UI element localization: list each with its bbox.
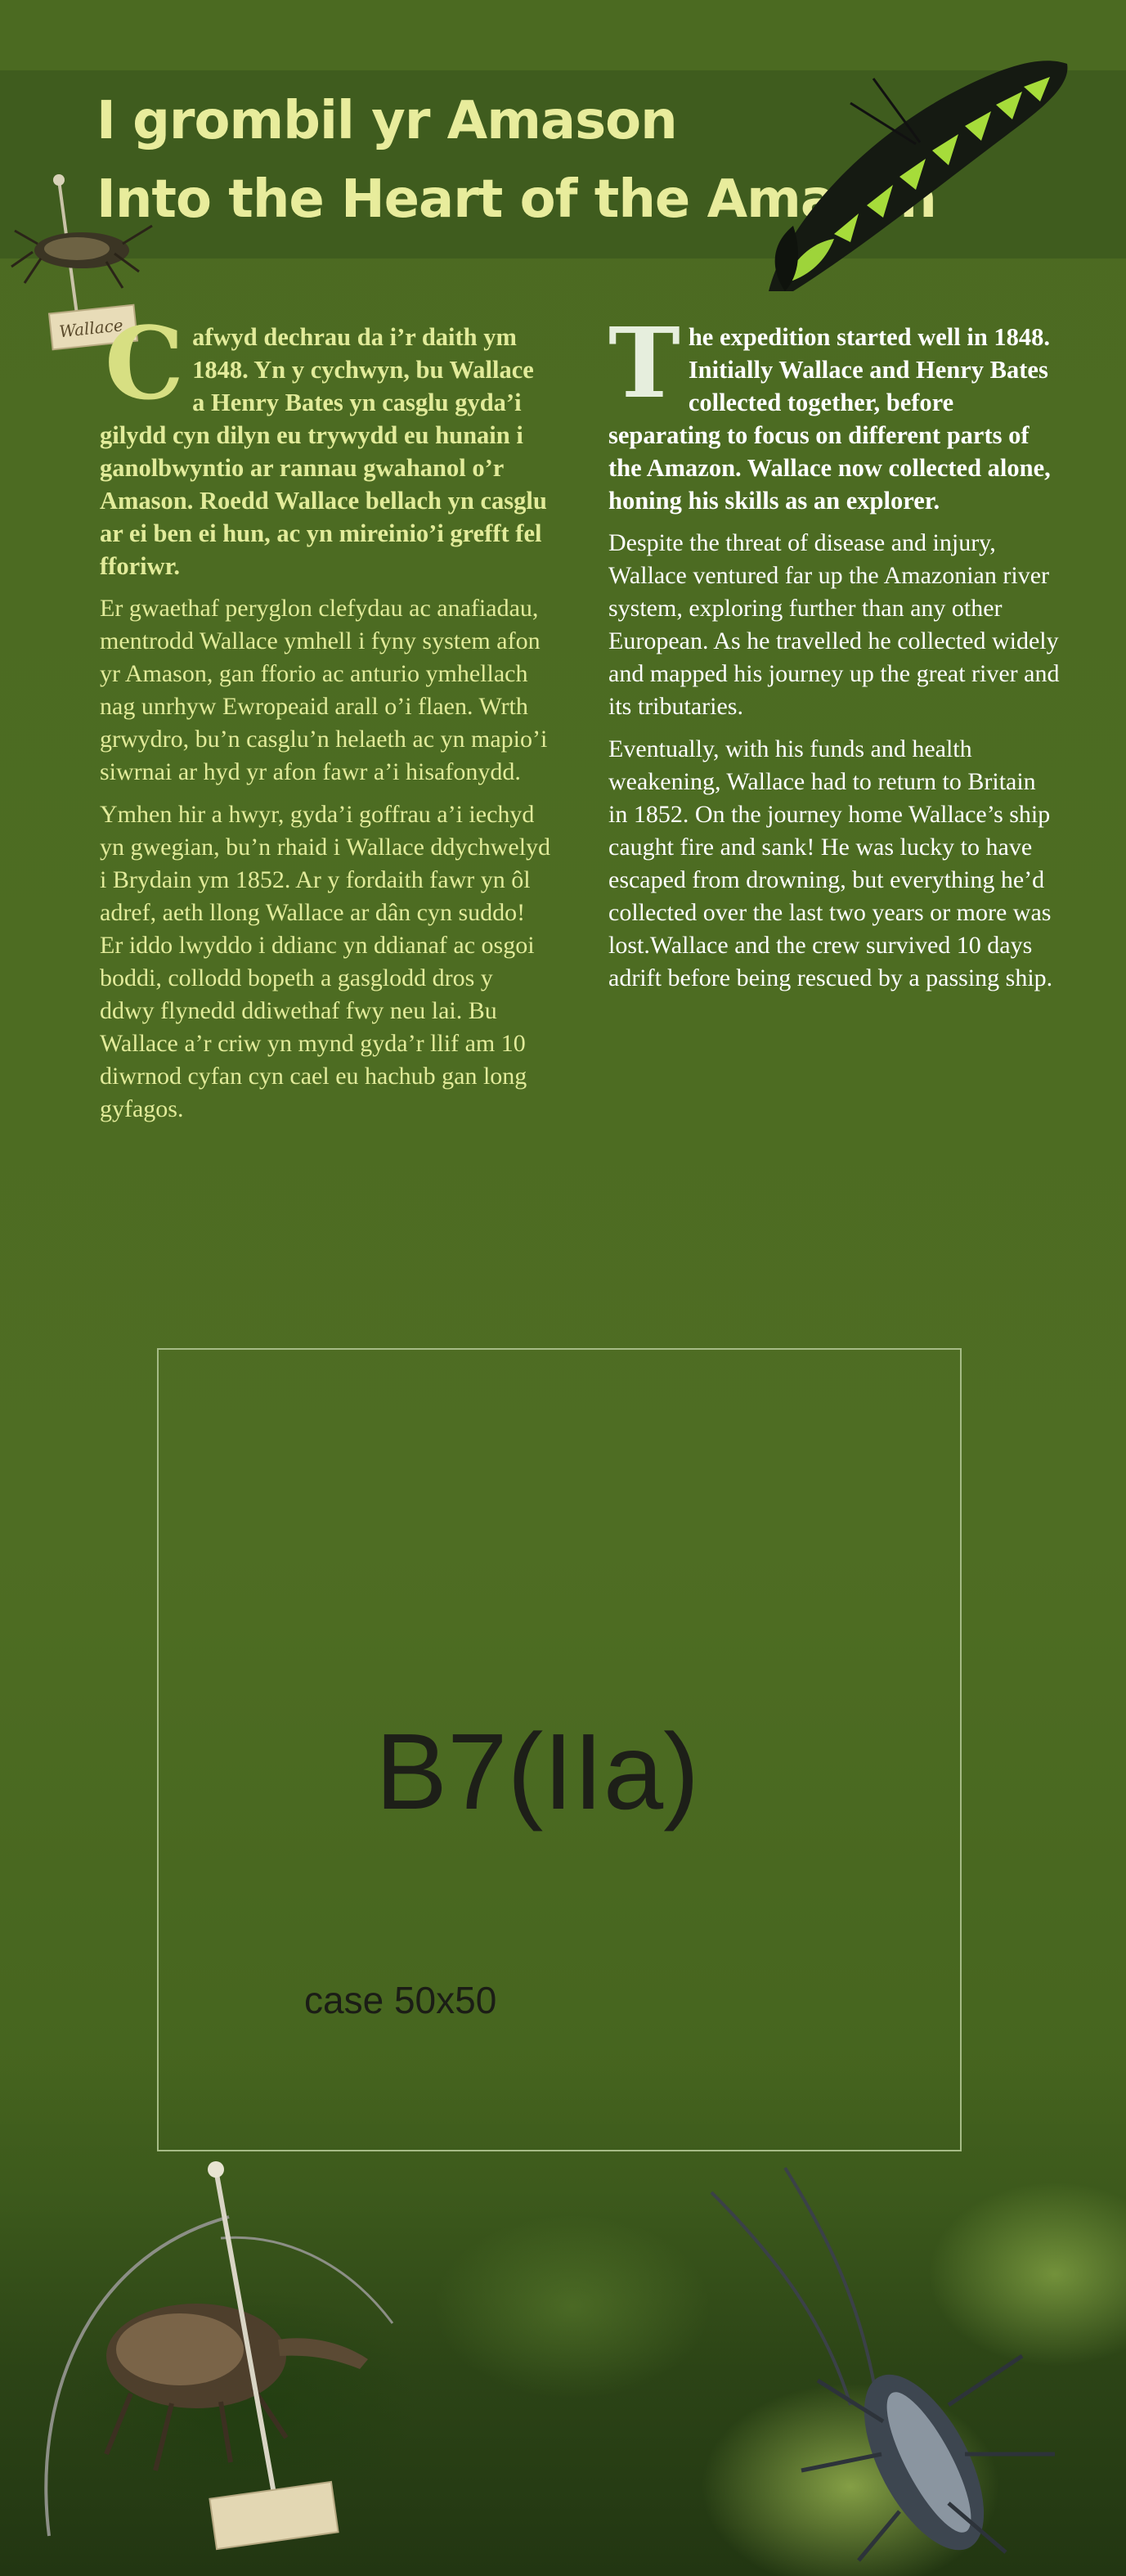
english-paragraph-2: Eventually, with his funds and health we… — [608, 735, 1053, 991]
butterfly-illustration — [769, 61, 1068, 292]
case-code-label: B7(IIa) — [375, 1711, 700, 1832]
display-case-placeholder: B7(IIa) case 50x50 — [157, 1348, 962, 2151]
english-lead-paragraph: The expedition started well in 1848. Ini… — [608, 306, 1060, 517]
page-title-welsh: I grombil yr Amason — [96, 91, 678, 151]
welsh-paragraph-2: Ymhen hir a hwyr, gyda’i goffrau a’i iec… — [100, 801, 551, 1122]
english-text-column: The expedition started well in 1848. Ini… — [608, 306, 1060, 1005]
longhorn-beetle-illustration — [710, 2166, 1055, 2562]
english-paragraph-1: Despite the threat of disease and injury… — [608, 529, 1060, 720]
case-size-label: case 50x50 — [304, 1979, 497, 2021]
welsh-text-column: Cafwyd dechrau da i’r daith ym 1848. Yn … — [100, 304, 551, 1135]
welsh-dropcap: C — [105, 304, 185, 422]
pinned-weevil-illustration — [44, 2161, 394, 2551]
english-dropcap: T — [608, 306, 680, 420]
welsh-lead-paragraph: Cafwyd dechrau da i’r daith ym 1848. Yn … — [100, 304, 551, 582]
welsh-paragraph-1: Er gwaethaf peryglon clefydau ac anafiad… — [100, 595, 548, 785]
